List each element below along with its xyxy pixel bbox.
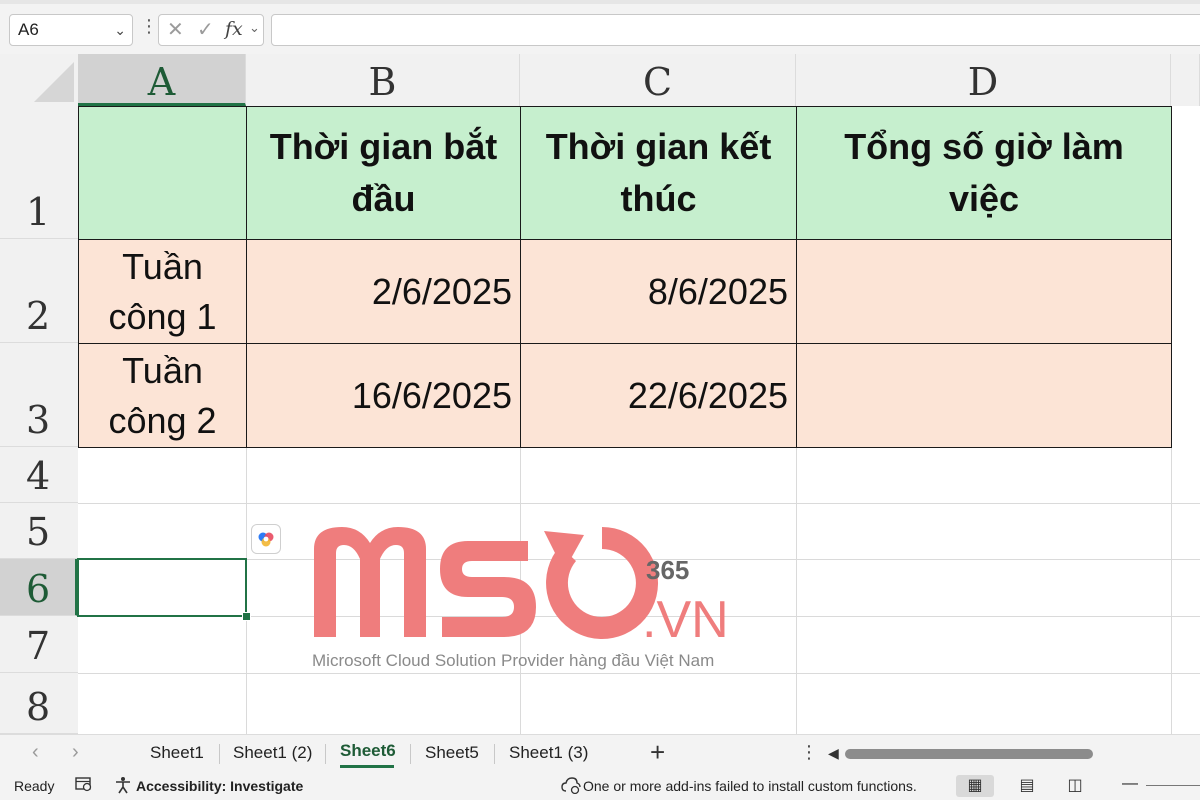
addin-warning-icon	[561, 776, 581, 797]
cell-d1[interactable]: Tổng số giờ làm việc	[796, 106, 1172, 240]
sheet-tab-bar: ‹ › Sheet1 Sheet1 (2) Sheet6 Sheet5 Shee…	[0, 734, 1200, 773]
row-header-4[interactable]: 4	[0, 447, 78, 503]
zoom-out-icon[interactable]: —	[1122, 775, 1138, 793]
row-header-7[interactable]: 7	[0, 616, 78, 673]
cell-a2[interactable]: Tuần công 1	[78, 239, 247, 344]
chevron-down-icon[interactable]: ⌄	[114, 15, 126, 45]
row-header-6[interactable]: 6	[0, 559, 78, 616]
chevron-down-icon[interactable]: ⌄	[249, 20, 260, 36]
cell-b2[interactable]: 2/6/2025	[246, 239, 521, 344]
cell-b1[interactable]: Thời gian bắt đầu	[246, 106, 521, 240]
page-break-icon[interactable]: ◫	[1056, 775, 1094, 797]
select-all-triangle-icon	[34, 62, 74, 102]
copilot-icon	[258, 532, 274, 547]
select-all-button[interactable]	[0, 54, 78, 106]
tab-separator	[325, 744, 326, 764]
close-icon[interactable]: ✕	[167, 17, 184, 42]
insert-function-button[interactable]: fx	[225, 18, 243, 40]
watermark-superscript: 365	[646, 555, 689, 585]
cell-d3[interactable]	[796, 343, 1172, 448]
zoom-slider[interactable]	[1146, 785, 1200, 786]
active-tab-indicator	[340, 765, 394, 768]
plus-icon[interactable]: +	[650, 737, 665, 768]
status-ready: Ready	[14, 778, 55, 794]
watermark-suffix: .VN	[642, 591, 729, 649]
cell-c1[interactable]: Thời gian kết thúc	[520, 106, 797, 240]
row-header-2[interactable]: 2	[0, 239, 78, 343]
scroll-left-icon[interactable]: ◀	[828, 745, 839, 762]
sheet-tab-sheet1-3[interactable]: Sheet1 (3)	[509, 743, 588, 763]
addin-warning-message[interactable]: One or more add-ins failed to install cu…	[583, 778, 917, 794]
cell-c2[interactable]: 8/6/2025	[520, 239, 797, 344]
formula-bar: A6 ⌄ ⋮ ✕ ✓ fx ⌄	[0, 4, 1200, 54]
grid-view-icon[interactable]: ▦	[956, 775, 994, 797]
row-header-1[interactable]: 1	[0, 106, 78, 239]
tab-separator	[410, 744, 411, 764]
cell-b3[interactable]: 16/6/2025	[246, 343, 521, 448]
check-icon[interactable]: ✓	[197, 17, 214, 42]
more-options-icon[interactable]: ⋮	[800, 742, 818, 763]
horizontal-scrollbar[interactable]	[845, 749, 1093, 759]
name-box[interactable]: A6 ⌄	[9, 14, 133, 46]
name-box-value: A6	[18, 20, 39, 39]
worksheet-grid: A B C D 1 2 3 4 5 6 7 8 Thời gian bắt đầ…	[0, 54, 1200, 734]
status-bar: Ready Accessibility: Investigate One or …	[0, 772, 1200, 800]
sheet-tab-sheet5[interactable]: Sheet5	[425, 743, 479, 763]
sheet-tab-sheet6[interactable]: Sheet6	[340, 741, 396, 761]
cell-c3[interactable]: 22/6/2025	[520, 343, 797, 448]
cell-a1[interactable]	[78, 106, 247, 240]
row-header-8[interactable]: 8	[0, 673, 78, 734]
cell-d2[interactable]	[796, 239, 1172, 344]
copilot-button[interactable]	[251, 524, 281, 554]
fill-handle[interactable]	[242, 612, 251, 621]
row-header-3[interactable]: 3	[0, 343, 78, 447]
column-header-c[interactable]: C	[520, 54, 796, 106]
sheet-tab-sheet1-2[interactable]: Sheet1 (2)	[233, 743, 312, 763]
tab-separator	[494, 744, 495, 764]
watermark-tagline: Microsoft Cloud Solution Provider hàng đ…	[312, 651, 715, 670]
tab-separator	[219, 744, 220, 764]
formula-input[interactable]	[271, 14, 1200, 46]
scroll-tabs-left-icon[interactable]: ‹	[32, 741, 39, 764]
accessibility-icon[interactable]	[114, 776, 132, 797]
gridline	[78, 503, 1200, 504]
column-header-e[interactable]	[1171, 54, 1200, 106]
page-layout-icon[interactable]: ▤	[1008, 775, 1046, 797]
column-header-b[interactable]: B	[246, 54, 520, 106]
mso-watermark-logo: 365 .VN	[314, 527, 729, 649]
accessibility-status[interactable]: Accessibility: Investigate	[136, 778, 303, 794]
sheet-tab-sheet1[interactable]: Sheet1	[150, 743, 204, 763]
active-cell-a6[interactable]	[77, 558, 247, 617]
column-header-d[interactable]: D	[796, 54, 1171, 106]
column-header-a[interactable]: A	[78, 54, 246, 106]
scroll-tabs-right-icon[interactable]: ›	[72, 741, 79, 764]
formula-actions: ✕ ✓ fx ⌄	[158, 14, 264, 46]
more-options-icon[interactable]: ⋮	[140, 16, 158, 37]
cell-a3[interactable]: Tuần công 2	[78, 343, 247, 448]
macro-record-icon[interactable]	[75, 776, 93, 795]
row-header-5[interactable]: 5	[0, 503, 78, 559]
